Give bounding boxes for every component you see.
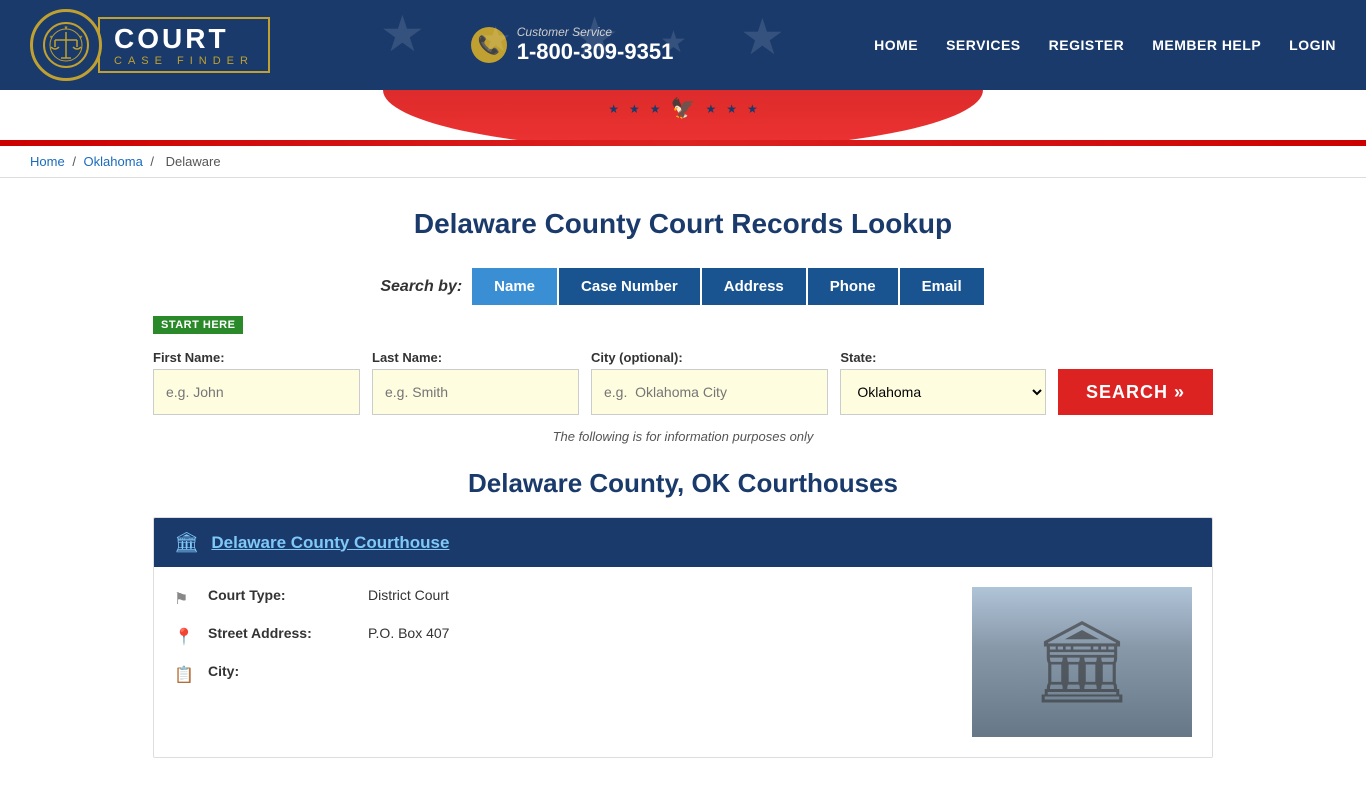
courthouse-image bbox=[972, 587, 1192, 737]
phone-area: 📞 Customer Service 1-800-309-9351 bbox=[471, 25, 674, 65]
state-group: State: Oklahoma Alabama Alaska Arizona A… bbox=[840, 350, 1046, 415]
phone-icon: 📞 bbox=[471, 27, 507, 63]
nav-member-help[interactable]: MEMBER HELP bbox=[1152, 37, 1261, 53]
star-decor: ★ bbox=[380, 5, 425, 63]
search-by-row: Search by: Name Case Number Address Phon… bbox=[153, 268, 1213, 305]
search-form-row: First Name: Last Name: City (optional): … bbox=[153, 350, 1213, 415]
site-header: ★ ★ ★ ★ ★ ★ ★ ★ bbox=[0, 0, 1366, 90]
banner-star-4: ★ bbox=[705, 102, 716, 116]
main-nav: HOME SERVICES REGISTER MEMBER HELP LOGIN bbox=[874, 37, 1336, 53]
breadcrumb-sep-2: / bbox=[150, 154, 157, 169]
courthouse-icon: 🏛 bbox=[174, 530, 199, 555]
state-label: State: bbox=[840, 350, 1046, 365]
customer-service-label: Customer Service bbox=[517, 25, 674, 39]
city-row: 📋 City: bbox=[174, 663, 952, 685]
breadcrumb-county: Delaware bbox=[166, 154, 221, 169]
star-decor: ★ bbox=[740, 8, 785, 66]
breadcrumb-state[interactable]: Oklahoma bbox=[84, 154, 143, 169]
info-note: The following is for information purpose… bbox=[153, 429, 1213, 444]
court-type-row: ⚑ Court Type: District Court bbox=[174, 587, 952, 609]
last-name-label: Last Name: bbox=[372, 350, 579, 365]
first-name-input[interactable] bbox=[153, 369, 360, 415]
courthouse-img-placeholder bbox=[972, 587, 1192, 737]
street-address-label: Street Address: bbox=[208, 625, 358, 641]
city-label: City (optional): bbox=[591, 350, 828, 365]
state-select[interactable]: Oklahoma Alabama Alaska Arizona Arkansas… bbox=[840, 369, 1046, 415]
court-type-label: Court Type: bbox=[208, 587, 358, 603]
tab-name[interactable]: Name bbox=[472, 268, 557, 305]
banner-arc: ★ ★ ★ 🦅 ★ ★ ★ bbox=[0, 90, 1366, 140]
logo-text-block: COURT CASE FINDER bbox=[98, 17, 270, 73]
banner-arc-inner: ★ ★ ★ 🦅 ★ ★ ★ bbox=[0, 90, 1366, 121]
street-address-row: 📍 Street Address: P.O. Box 407 bbox=[174, 625, 952, 647]
search-form-area: START HERE First Name: Last Name: City (… bbox=[153, 315, 1213, 415]
phone-info: Customer Service 1-800-309-9351 bbox=[517, 25, 674, 65]
logo-svg: ★ ★ ★ bbox=[41, 20, 91, 70]
tab-case-number[interactable]: Case Number bbox=[559, 268, 700, 305]
site-logo[interactable]: ★ ★ ★ COURT CASE FINDER bbox=[30, 9, 270, 81]
courthouses-title: Delaware County, OK Courthouses bbox=[153, 468, 1213, 499]
page-title: Delaware County Court Records Lookup bbox=[153, 208, 1213, 240]
courthouse-card: 🏛 Delaware County Courthouse ⚑ Court Typ… bbox=[153, 517, 1213, 758]
banner-star-5: ★ bbox=[726, 102, 737, 116]
court-type-value: District Court bbox=[368, 587, 449, 603]
breadcrumb-home[interactable]: Home bbox=[30, 154, 65, 169]
banner-star-6: ★ bbox=[747, 102, 758, 116]
city-detail-label: City: bbox=[208, 663, 358, 679]
logo-emblem: ★ ★ ★ bbox=[30, 9, 102, 81]
tab-email[interactable]: Email bbox=[900, 268, 984, 305]
start-here-badge: START HERE bbox=[153, 316, 243, 334]
court-type-icon: ⚑ bbox=[174, 589, 198, 609]
courthouse-header: 🏛 Delaware County Courthouse bbox=[154, 518, 1212, 567]
nav-login[interactable]: LOGIN bbox=[1289, 37, 1336, 53]
tab-address[interactable]: Address bbox=[702, 268, 806, 305]
nav-services[interactable]: SERVICES bbox=[946, 37, 1021, 53]
courthouse-body: ⚑ Court Type: District Court 📍 Street Ad… bbox=[154, 567, 1212, 757]
search-by-label: Search by: bbox=[380, 278, 462, 296]
breadcrumb-sep-1: / bbox=[72, 154, 79, 169]
breadcrumb: Home / Oklahoma / Delaware bbox=[0, 146, 1366, 178]
svg-text:★: ★ bbox=[49, 34, 53, 39]
banner-star-2: ★ bbox=[629, 102, 640, 116]
phone-number: 1-800-309-9351 bbox=[517, 39, 674, 65]
courthouse-name-link[interactable]: Delaware County Courthouse bbox=[211, 533, 449, 553]
last-name-group: Last Name: bbox=[372, 350, 579, 415]
nav-register[interactable]: REGISTER bbox=[1049, 37, 1125, 53]
nav-home[interactable]: HOME bbox=[874, 37, 918, 53]
address-icon: 📍 bbox=[174, 627, 198, 647]
banner-star-1: ★ bbox=[608, 102, 619, 116]
city-group: City (optional): bbox=[591, 350, 828, 415]
last-name-input[interactable] bbox=[372, 369, 579, 415]
banner-star-3: ★ bbox=[650, 102, 661, 116]
first-name-group: First Name: bbox=[153, 350, 360, 415]
svg-text:★: ★ bbox=[79, 34, 83, 39]
tab-phone[interactable]: Phone bbox=[808, 268, 898, 305]
courthouse-details: ⚑ Court Type: District Court 📍 Street Ad… bbox=[174, 587, 952, 737]
main-content: Delaware County Court Records Lookup Sea… bbox=[133, 178, 1233, 808]
city-input[interactable] bbox=[591, 369, 828, 415]
logo-court-text: COURT bbox=[114, 23, 254, 55]
svg-text:★: ★ bbox=[64, 25, 69, 31]
street-address-value: P.O. Box 407 bbox=[368, 625, 449, 641]
city-icon: 📋 bbox=[174, 665, 198, 685]
first-name-label: First Name: bbox=[153, 350, 360, 365]
search-section: Search by: Name Case Number Address Phon… bbox=[153, 268, 1213, 444]
search-button[interactable]: SEARCH » bbox=[1058, 369, 1213, 415]
logo-case-finder-text: CASE FINDER bbox=[114, 55, 254, 67]
eagle-icon: 🦅 bbox=[671, 96, 696, 121]
